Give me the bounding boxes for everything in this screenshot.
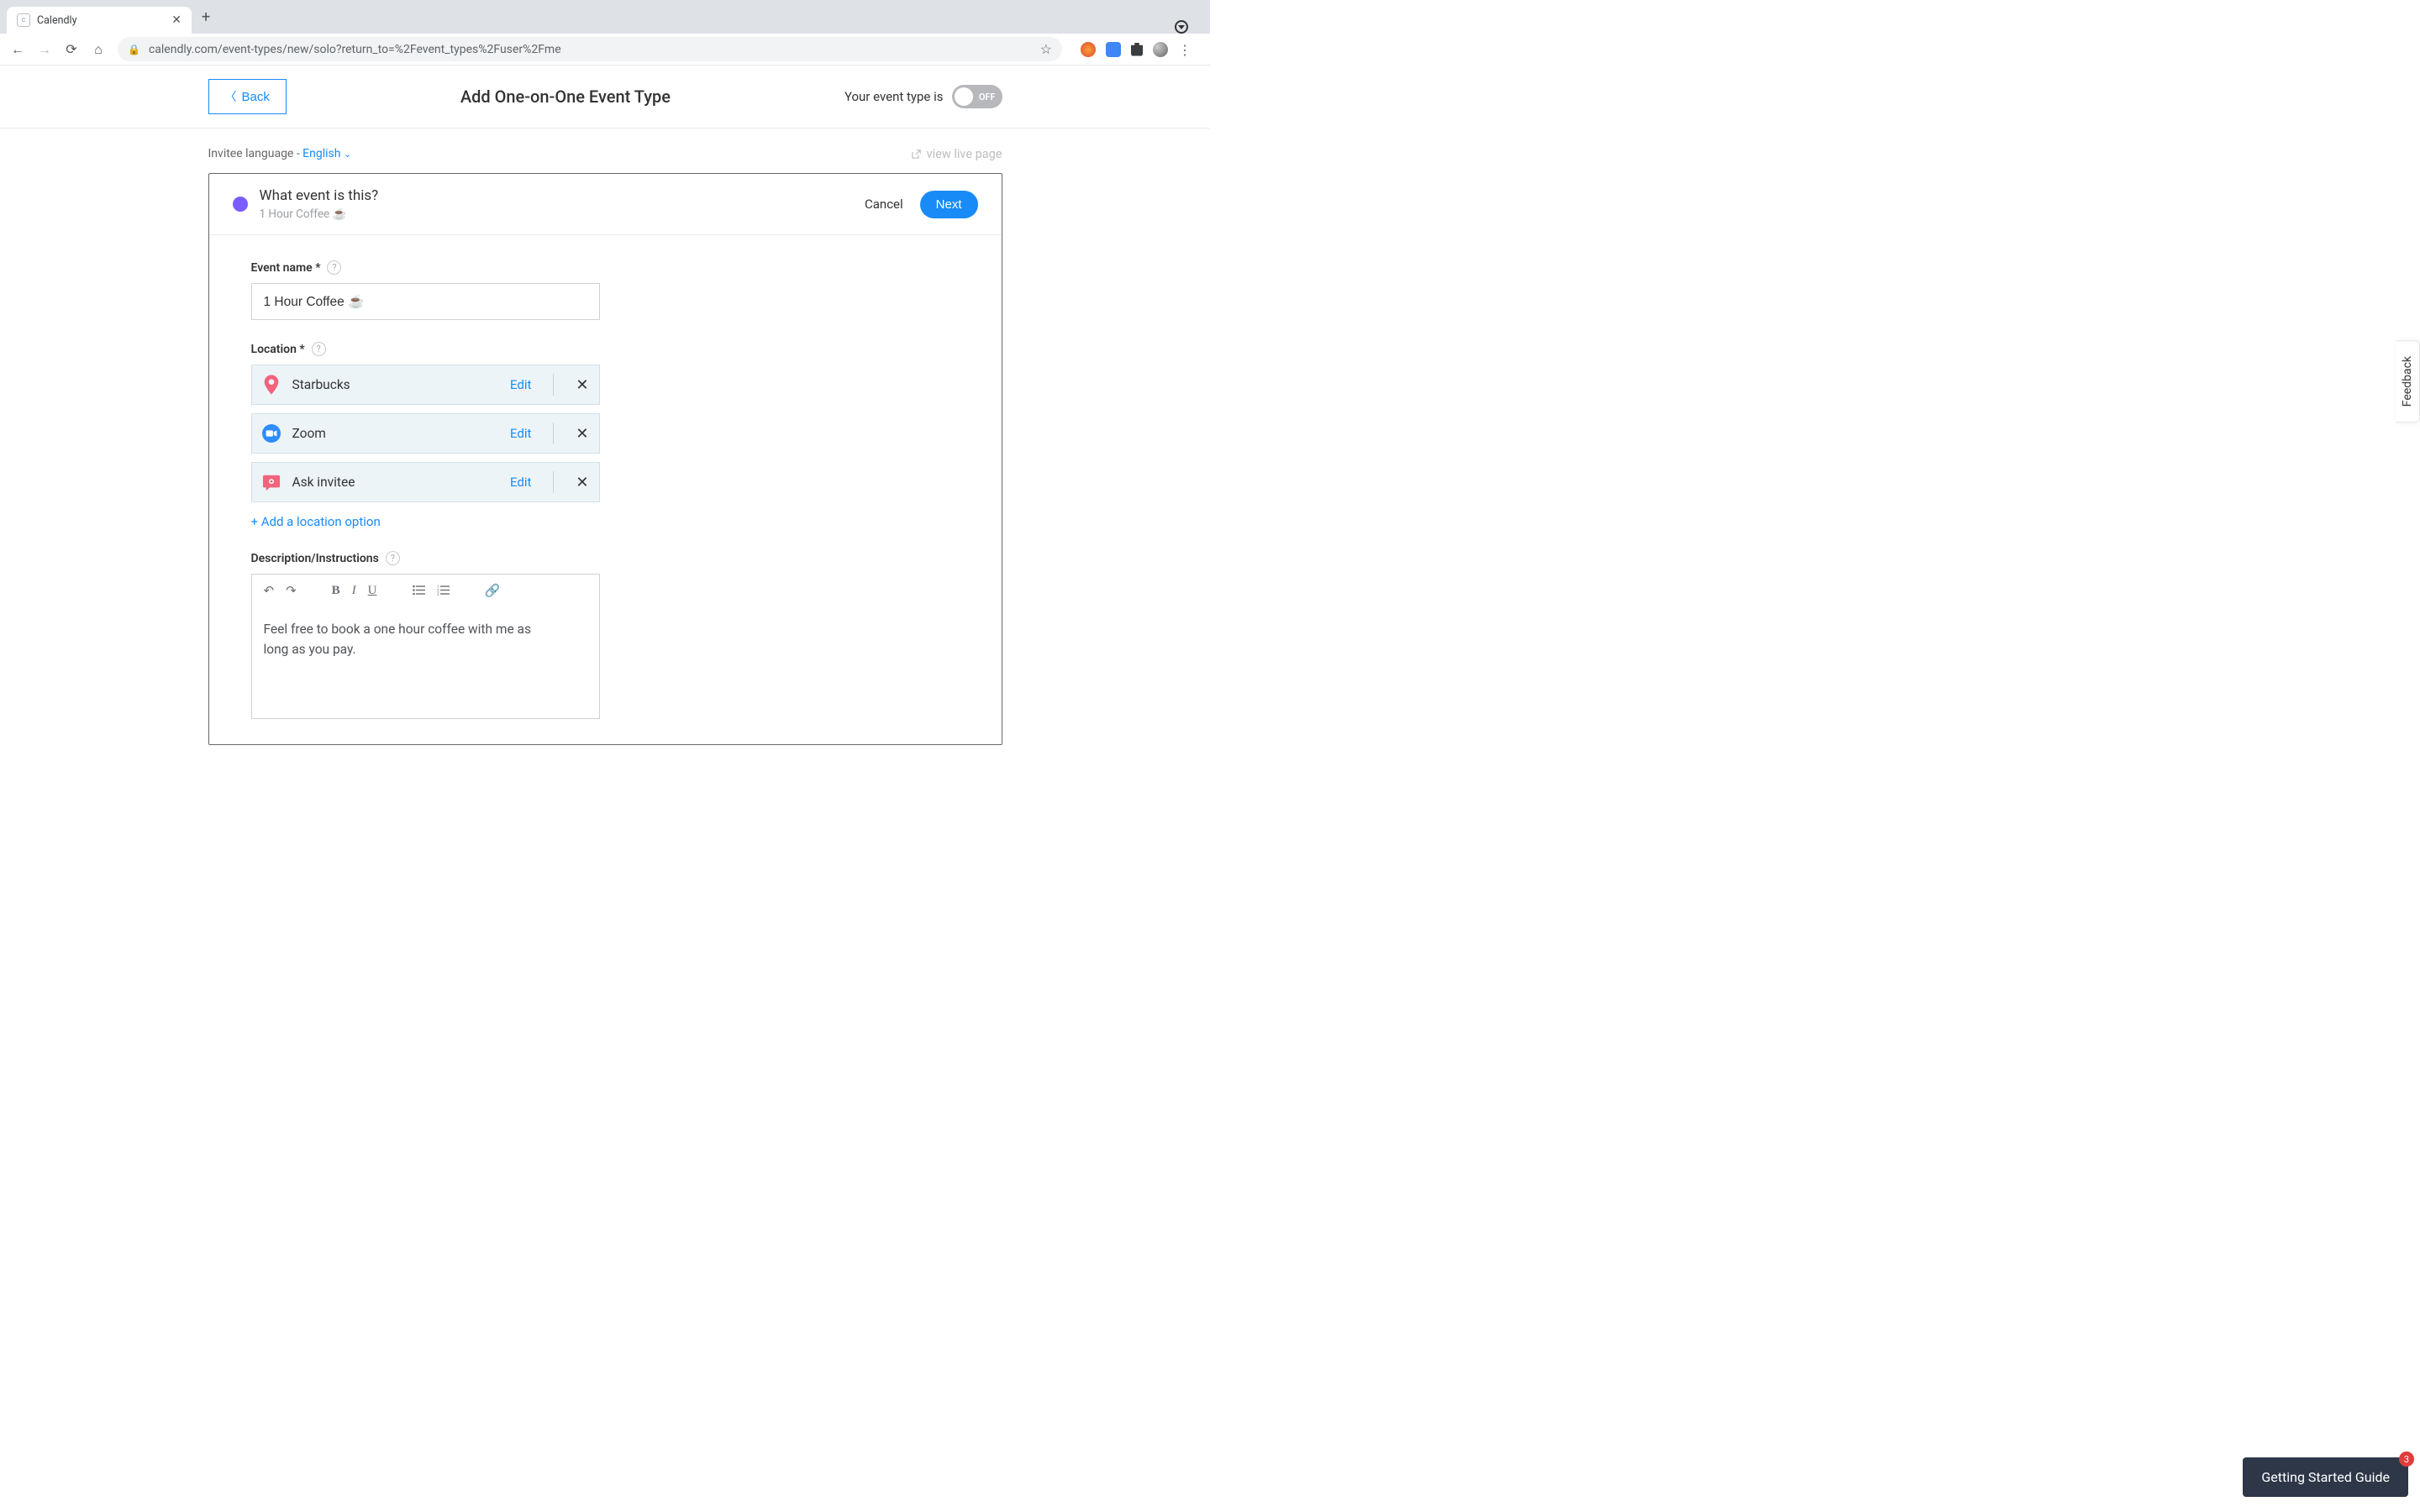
profile-dropdown-icon[interactable] [1175,20,1188,34]
event-setup-card: What event is this? 1 Hour Coffee ☕ Canc… [208,173,1002,745]
page-title: Add One-on-One Event Type [460,87,671,107]
description-label: Description/Instructions [251,552,379,565]
extension-icon[interactable] [1081,42,1096,57]
lock-icon: 🔒 [128,44,140,55]
location-row: Zoom Edit ✕ [251,413,600,454]
toggle-text: OFF [979,92,996,102]
getting-started-guide-button[interactable]: Getting Started Guide 3 [2243,1457,2408,1497]
chevron-left-icon: 〈 [225,88,237,105]
section-question: What event is this? [260,187,379,204]
remove-location-icon[interactable]: ✕ [576,376,588,394]
redo-icon[interactable]: ↷ [286,583,297,599]
help-icon[interactable]: ? [386,551,400,565]
location-row: Starbucks Edit ✕ [251,365,600,405]
tab-title: Calendly [37,14,77,27]
remove-location-icon[interactable]: ✕ [576,474,588,491]
guide-badge-count: 3 [2399,1452,2414,1467]
link-icon[interactable]: 🔗 [485,583,501,599]
feedback-tab[interactable]: Feedback [2396,340,2420,423]
edit-location-link[interactable]: Edit [510,426,531,441]
description-editor: ↶ ↷ B I U 123 🔗 Feel free to book a one … [251,574,600,719]
new-tab-icon[interactable]: + [202,8,210,26]
section-subtitle: 1 Hour Coffee ☕ [260,207,379,221]
chevron-down-icon: ⌄ [344,149,351,160]
language-dropdown[interactable]: English ⌄ [302,147,351,160]
next-button[interactable]: Next [920,191,978,218]
remove-location-icon[interactable]: ✕ [576,425,588,443]
back-label: Back [242,90,270,104]
nav-home-icon[interactable]: ⌂ [91,41,106,58]
toggle-knob [955,87,973,106]
number-list-icon[interactable]: 123 [437,584,450,599]
help-icon[interactable]: ? [327,260,341,275]
location-name: Zoom [292,426,326,441]
bold-icon[interactable]: B [332,584,340,598]
event-name-label: Event name * [251,261,321,275]
cancel-button[interactable]: Cancel [865,197,903,212]
italic-icon[interactable]: I [352,584,356,598]
location-name: Starbucks [292,377,350,392]
location-name: Ask invitee [292,475,355,490]
external-link-icon [910,149,922,160]
ask-icon [262,473,281,491]
status-label: Your event type is [844,89,944,104]
view-live-page-link[interactable]: view live page [910,147,1002,161]
address-bar[interactable]: 🔒 calendly.com/event-types/new/solo?retu… [118,37,1062,61]
event-name-input[interactable] [251,283,600,320]
event-enabled-toggle[interactable]: OFF [952,85,1002,108]
description-textarea[interactable]: Feel free to book a one hour coffee with… [252,607,571,718]
extension-icon[interactable] [1106,42,1121,57]
underline-icon[interactable]: U [368,584,377,598]
extensions-menu-icon[interactable] [1131,43,1143,56]
invitee-language: Invitee language - English ⌄ [208,147,352,161]
help-icon[interactable]: ? [312,342,326,356]
edit-location-link[interactable]: Edit [510,475,531,490]
profile-avatar-icon[interactable] [1153,42,1168,57]
zoom-icon [262,424,281,443]
undo-icon[interactable]: ↶ [264,583,275,599]
chrome-menu-icon[interactable]: ⋮ [1178,42,1193,57]
bookmark-star-icon[interactable]: ☆ [1040,41,1052,57]
location-row: Ask invitee Edit ✕ [251,462,600,502]
nav-reload-icon[interactable]: ⟳ [64,41,79,57]
svg-text:3: 3 [437,592,439,596]
back-button[interactable]: 〈 Back [208,79,287,114]
close-tab-icon[interactable]: ✕ [171,13,182,27]
nav-forward-icon[interactable]: → [37,41,52,58]
favicon-icon: c [17,13,30,27]
bullet-list-icon[interactable] [413,584,425,599]
browser-tab[interactable]: c Calendly ✕ [7,7,192,34]
url-text: calendly.com/event-types/new/solo?return… [149,43,561,56]
edit-location-link[interactable]: Edit [510,377,531,392]
pin-icon [262,375,281,394]
add-location-link[interactable]: + Add a location option [251,514,381,529]
nav-back-icon[interactable]: ← [10,41,25,58]
location-label: Location * [251,343,305,356]
event-color-dot[interactable] [233,197,248,212]
